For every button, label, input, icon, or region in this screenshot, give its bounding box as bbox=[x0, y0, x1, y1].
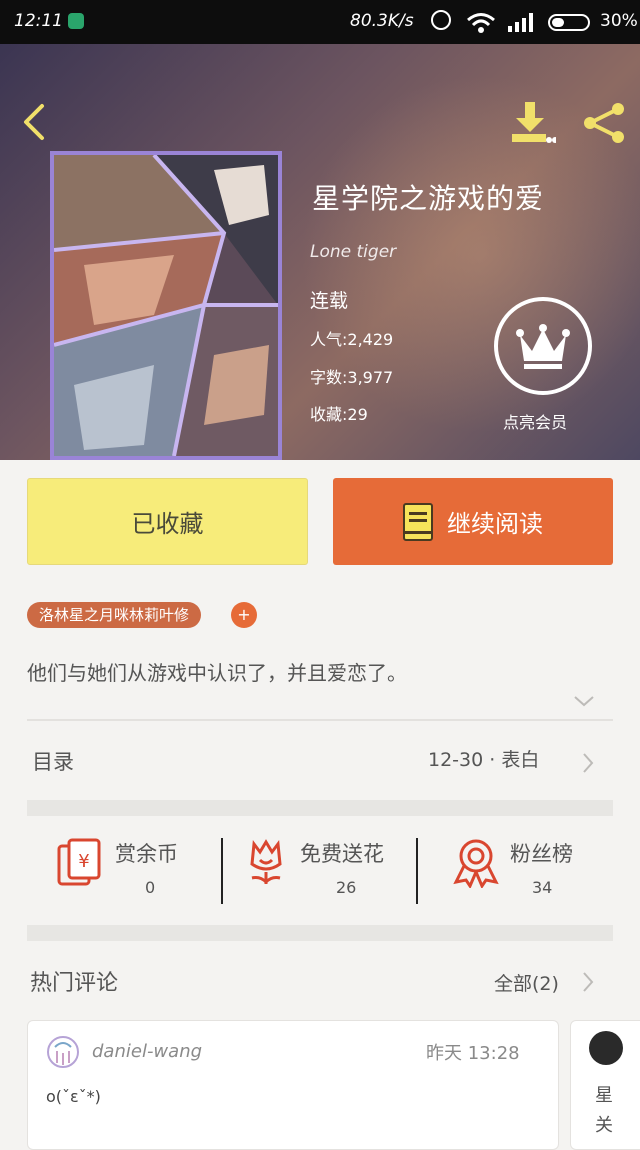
chevron-right-icon bbox=[583, 972, 594, 992]
download-icon[interactable] bbox=[508, 100, 556, 146]
wifi-icon bbox=[467, 13, 495, 33]
add-tag-button[interactable]: + bbox=[231, 602, 257, 628]
comment-username[interactable]: daniel-wang bbox=[92, 1041, 202, 1062]
chevron-down-icon[interactable] bbox=[572, 693, 596, 709]
vip-button[interactable] bbox=[494, 297, 592, 395]
book-intro: 他们与她们从游戏中认识了，并且爱恋了。 bbox=[27, 661, 407, 685]
book-cover-image[interactable] bbox=[50, 151, 282, 460]
book-author[interactable]: Lone tiger bbox=[310, 242, 396, 262]
hot-comments-title: 热门评论 bbox=[30, 971, 119, 996]
battery-icon bbox=[548, 14, 590, 31]
back-arrow-icon[interactable] bbox=[18, 102, 48, 142]
toc-latest-chapter: 12-30 · 表白 bbox=[428, 749, 540, 771]
alarm-icon bbox=[431, 10, 451, 30]
vip-label[interactable]: 点亮会员 bbox=[503, 409, 567, 433]
all-comments-label: 全部(2) bbox=[494, 973, 559, 995]
network-speed: 80.3K/s bbox=[350, 11, 414, 31]
section-separator bbox=[27, 800, 613, 816]
app-notification-icon bbox=[68, 13, 84, 29]
free-flower-stat[interactable]: 免费送花 26 bbox=[240, 826, 410, 918]
signal-icon bbox=[508, 13, 533, 32]
continue-reading-label: 继续阅读 bbox=[447, 510, 543, 538]
divider bbox=[27, 719, 613, 721]
share-icon[interactable] bbox=[580, 102, 628, 144]
book-icon bbox=[403, 502, 433, 541]
reward-label: 赏余币 bbox=[115, 842, 178, 866]
comment-card[interactable]: daniel-wang 昨天 13:28 o(ˇεˇ*) bbox=[27, 1020, 559, 1150]
stat-divider bbox=[221, 838, 223, 904]
comment-time: 昨天 13:28 bbox=[426, 1043, 520, 1064]
flower-icon bbox=[250, 839, 282, 885]
comment-text: 星关 bbox=[595, 1085, 613, 1136]
favorited-label: 已收藏 bbox=[131, 510, 204, 538]
comment-text: o(ˇεˇ*) bbox=[46, 1087, 101, 1106]
comment-card[interactable]: 星关 bbox=[570, 1020, 640, 1150]
fan-rank-stat[interactable]: 粉丝榜 34 bbox=[450, 826, 610, 918]
status-time: 12:11 bbox=[14, 11, 63, 31]
toc-label: 目录 bbox=[32, 750, 74, 774]
status-bar: 12:11 80.3K/s 30% bbox=[0, 0, 640, 44]
avatar[interactable] bbox=[46, 1035, 80, 1069]
crown-icon bbox=[516, 324, 570, 369]
red-envelope-icon: ¥ bbox=[57, 838, 101, 886]
svg-text:¥: ¥ bbox=[78, 851, 89, 872]
free-flower-label: 免费送花 bbox=[300, 842, 384, 866]
continue-reading-button[interactable]: 继续阅读 bbox=[333, 478, 613, 565]
medal-icon bbox=[453, 839, 499, 888]
fan-rank-label: 粉丝榜 bbox=[510, 842, 573, 866]
book-popularity: 人气:2,429 bbox=[310, 330, 394, 349]
section-separator bbox=[27, 925, 613, 941]
stat-divider bbox=[416, 838, 418, 904]
chevron-right-icon bbox=[583, 753, 594, 773]
book-word-count: 字数:3,977 bbox=[310, 368, 394, 387]
fan-rank-value: 34 bbox=[532, 878, 553, 897]
book-favorites: 收藏:29 bbox=[310, 405, 368, 424]
book-header: 星学院之游戏的爱 Lone tiger 连载 人气:2,429 字数:3,977… bbox=[0, 44, 640, 460]
book-tag[interactable]: 洛林星之月咪林莉叶修 bbox=[27, 602, 202, 628]
favorited-button[interactable]: 已收藏 bbox=[27, 478, 308, 565]
free-flower-value: 26 bbox=[336, 878, 357, 897]
book-title: 星学院之游戏的爱 bbox=[312, 182, 545, 215]
reward-value: 0 bbox=[145, 878, 156, 897]
avatar[interactable] bbox=[589, 1031, 623, 1065]
battery-percent: 30% bbox=[600, 11, 638, 31]
book-status: 连载 bbox=[310, 290, 349, 312]
reward-stat[interactable]: ¥ 赏余币 0 bbox=[55, 826, 215, 918]
